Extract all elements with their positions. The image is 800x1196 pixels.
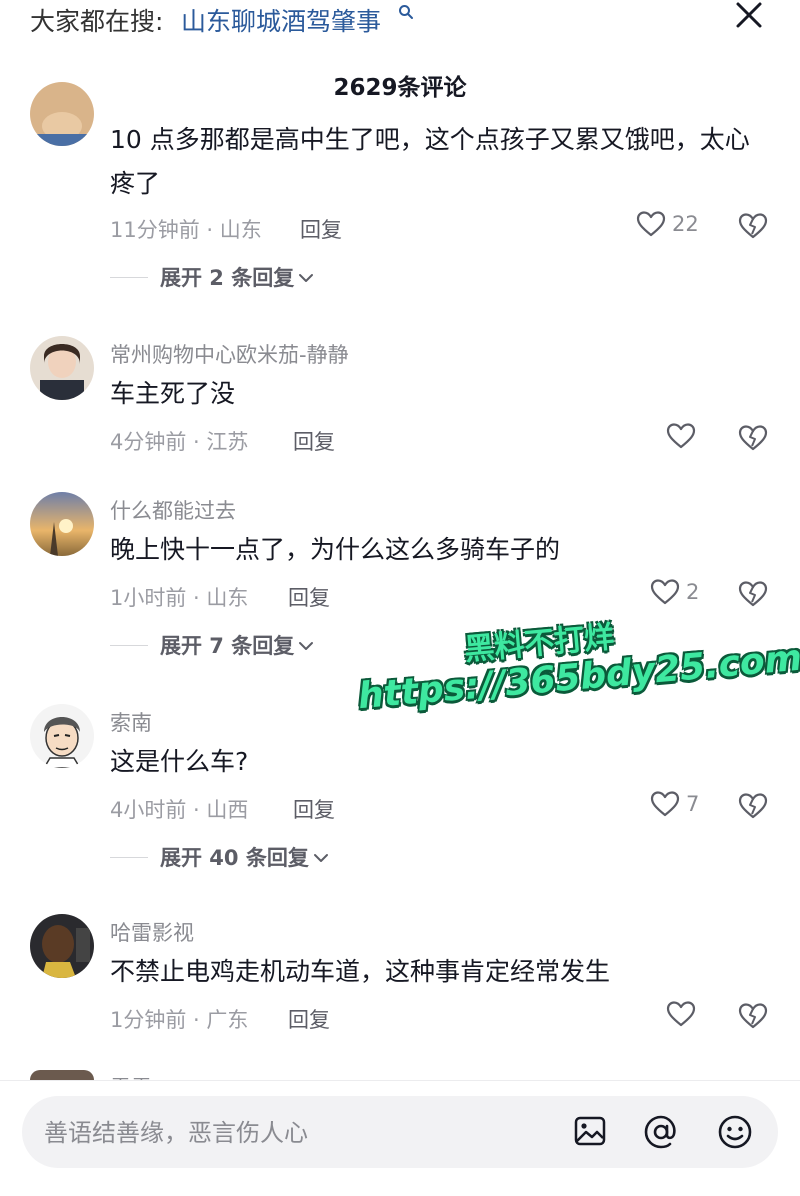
divider [0,1080,800,1081]
reply-button[interactable]: 回复 [293,794,335,824]
dislike-heart-icon[interactable] [738,792,768,820]
comment-input[interactable] [44,1118,544,1148]
chevron-down-icon [299,642,314,650]
expand-replies-button[interactable]: 展开 2 条回复 [110,262,314,292]
comment-meta: 1小时前 · 山东 [110,586,249,610]
avatar[interactable] [30,82,94,146]
dislike-heart-icon[interactable] [738,212,768,240]
expand-replies-label: 展开 2 条回复 [160,266,295,290]
dislike-heart-icon[interactable] [738,1002,768,1030]
heart-icon [666,1001,696,1027]
like-count: 7 [686,792,700,816]
like-button[interactable] [666,422,696,450]
comment-text: 晚上快十一点了，为什么这么多骑车子的 [110,535,561,564]
expand-replies-label: 展开 7 条回复 [160,634,295,658]
image-icon[interactable] [572,1113,608,1149]
reply-button[interactable]: 回复 [293,426,335,456]
comment-username[interactable]: 什么都能过去 [110,495,236,525]
watermark: 黑料不打烊 https://365bdy25.com [353,598,800,774]
comment-username[interactable]: 常州购物中心欧米茄-静静 [110,339,349,369]
avatar[interactable] [30,336,94,400]
expand-replies-label: 展开 40 条回复 [160,846,309,870]
divider [110,644,148,646]
reply-button[interactable]: 回复 [300,214,342,244]
like-button[interactable]: 7 [650,790,699,818]
comment-meta: 1分钟前 · 广东 [110,1008,249,1032]
heart-icon [666,423,696,449]
at-icon[interactable] [642,1113,680,1151]
search-term-link[interactable]: 山东聊城酒驾肇事 [181,2,381,38]
like-button[interactable]: 22 [636,210,699,238]
comment-meta: 11分钟前 · 山东 [110,218,262,242]
like-count: 2 [686,580,700,604]
comment-composer [22,1096,778,1168]
chevron-down-icon [313,854,328,862]
comment-username[interactable]: 哈雷影视 [110,917,194,947]
comment-text: 不禁止电鸡走机动车道，这种事肯定经常发生 [110,957,611,986]
reply-button[interactable]: 回复 [288,582,330,612]
comment-text: 车主死了没 [110,379,236,408]
search-icon[interactable] [398,4,414,20]
heart-icon [650,579,680,605]
heart-icon [650,791,680,817]
chevron-down-icon [299,274,314,282]
divider [110,276,148,278]
comment-meta: 4小时前 · 山西 [110,798,249,822]
comment-text: 这是什么车? [110,747,249,776]
like-button[interactable] [666,1000,696,1028]
top-bar: 大家都在搜: 山东聊城酒驾肇事 [0,0,800,40]
like-count: 22 [672,212,699,236]
expand-replies-button[interactable]: 展开 40 条回复 [110,842,329,872]
comment-username[interactable]: 雷雷 [110,1068,152,1080]
avatar[interactable] [30,704,94,768]
avatar[interactable] [30,914,94,978]
avatar[interactable] [30,1070,94,1080]
emoji-icon[interactable] [716,1113,754,1151]
comment-count-title: 2629条评论 [333,75,467,101]
expand-replies-button[interactable]: 展开 7 条回复 [110,630,314,660]
divider [110,856,148,858]
comment-meta: 4分钟前 · 江苏 [110,430,249,454]
dislike-heart-icon[interactable] [738,424,768,452]
heart-icon [636,211,666,237]
like-button[interactable]: 2 [650,578,699,606]
reply-button[interactable]: 回复 [288,1004,330,1034]
close-icon[interactable] [734,0,764,30]
search-prefix: 大家都在搜: [30,7,164,36]
comment-username[interactable]: 索南 [110,707,152,737]
avatar[interactable] [30,492,94,556]
comment-text: 10 点多那都是高中生了吧，这个点孩子又累又饿吧，太心疼了 [110,125,750,198]
